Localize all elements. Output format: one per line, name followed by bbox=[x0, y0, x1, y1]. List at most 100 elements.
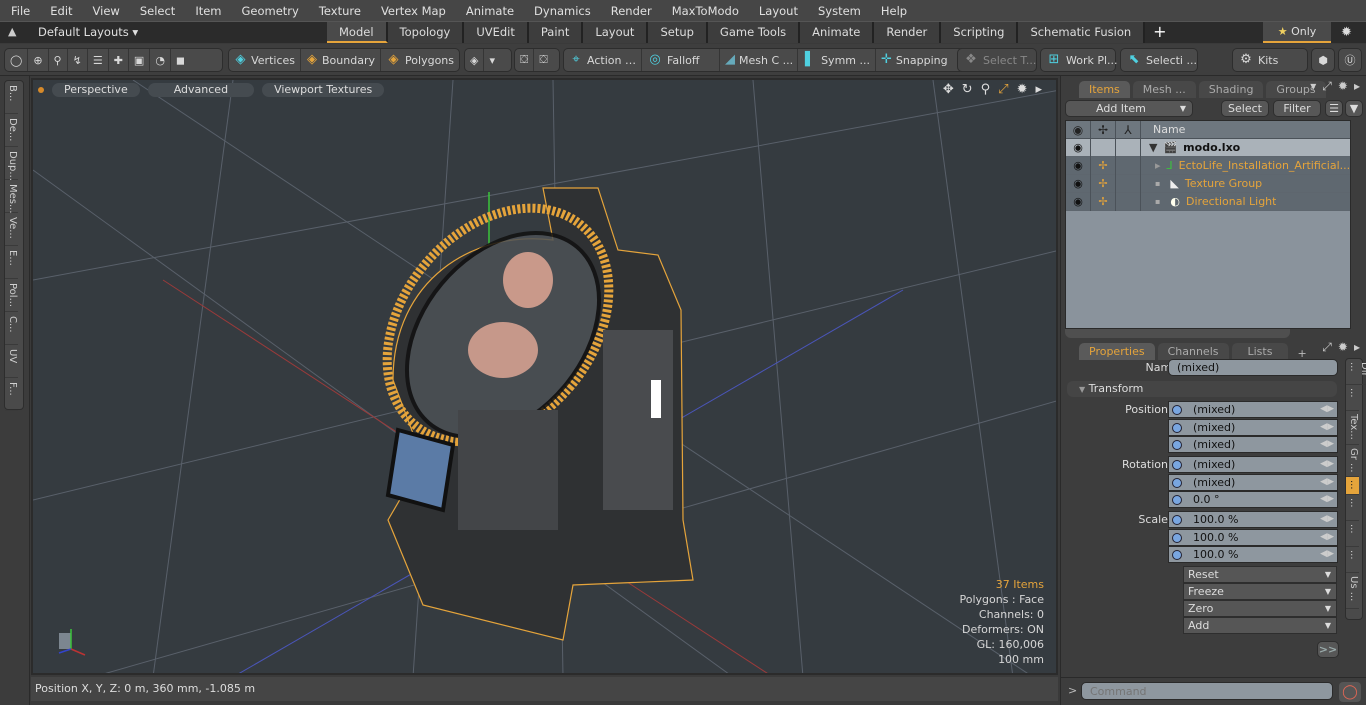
work-plane-button[interactable]: ⊞ Work Pl... bbox=[1041, 49, 1123, 71]
lock-icon[interactable]: ✢ bbox=[1091, 156, 1116, 175]
collapse-arrow-icon[interactable]: ▸ bbox=[1141, 159, 1161, 172]
left-tab-de[interactable]: De... bbox=[5, 114, 18, 147]
scale-x-field[interactable]: 100.0 % ◀▶ bbox=[1168, 511, 1338, 528]
polygons-button[interactable]: ◈ Polygons bbox=[381, 49, 459, 71]
cube-button[interactable]: ⬢ bbox=[1311, 48, 1335, 72]
eye-icon[interactable]: ◉ bbox=[1066, 192, 1091, 211]
select-through-button[interactable]: ❖ Select T... bbox=[958, 49, 1041, 71]
tab-topology[interactable]: Topology bbox=[387, 22, 465, 43]
transform-section[interactable]: ▼ Transform bbox=[1067, 381, 1337, 397]
filter-button[interactable]: Filter bbox=[1273, 100, 1321, 117]
eye-icon[interactable]: ◉ bbox=[1066, 156, 1091, 175]
dropdown-icon[interactable]: ▾ bbox=[484, 49, 500, 71]
tab-scripting[interactable]: Scripting bbox=[941, 22, 1019, 43]
list-item[interactable]: ◉ ✢ ▸ ⅃ EctoLife_Installation_Artificial… bbox=[1066, 156, 1350, 175]
vertices-button[interactable]: ◈ Vertices bbox=[229, 49, 301, 71]
perspective-dropdown[interactable]: Perspective bbox=[52, 83, 140, 97]
tabs-dropdown-icon[interactable]: ▾ bbox=[1310, 79, 1316, 94]
shading-dropdown[interactable]: Advanced bbox=[147, 83, 255, 97]
tab-items[interactable]: Items bbox=[1079, 81, 1130, 98]
tab-animate[interactable]: Animate bbox=[800, 22, 875, 43]
symmetry-button[interactable]: ▌ Symm ... bbox=[798, 49, 876, 71]
lock-icon[interactable]: ✢ bbox=[1091, 192, 1116, 211]
side-tab-tex[interactable]: Tex... bbox=[1346, 411, 1359, 445]
kits-button[interactable]: ⚙ Kits bbox=[1233, 49, 1283, 71]
slider-arrows-icon[interactable]: ◀▶ bbox=[1320, 402, 1334, 417]
menu-layout[interactable]: Layout bbox=[748, 4, 807, 18]
panel-gear-icon[interactable]: ✹ bbox=[1338, 340, 1348, 355]
tab-layout[interactable]: Layout bbox=[583, 22, 649, 43]
left-tab-b[interactable]: B... bbox=[5, 81, 18, 114]
record-icon[interactable]: ◯ bbox=[1339, 682, 1361, 702]
expand-right-icon[interactable]: ▸ bbox=[1035, 82, 1042, 97]
keyframe-icon[interactable] bbox=[1172, 478, 1182, 488]
add-button[interactable]: Add ▼ bbox=[1183, 617, 1337, 634]
menu-view[interactable]: View bbox=[82, 4, 129, 18]
action-button[interactable]: ⌖ Action … bbox=[564, 49, 642, 71]
unreal-button[interactable]: Ⓤ bbox=[1338, 48, 1362, 72]
menu-help[interactable]: Help bbox=[870, 4, 916, 18]
tab-channels[interactable]: Channels bbox=[1157, 343, 1229, 360]
add-tab-icon[interactable]: + bbox=[1145, 22, 1174, 43]
tab-render[interactable]: Render bbox=[874, 22, 942, 43]
menu-system[interactable]: System bbox=[807, 4, 870, 18]
zoom-icon[interactable]: ⚲ bbox=[981, 82, 991, 97]
position-y-field[interactable]: (mixed) ◀▶ bbox=[1168, 419, 1338, 436]
keyframe-icon[interactable] bbox=[1172, 460, 1182, 470]
funnel-icon[interactable]: ▼ bbox=[1345, 100, 1363, 117]
3d-viewport[interactable]: Perspective Advanced Viewport Textures ✥… bbox=[31, 78, 1058, 675]
eye-icon[interactable]: ◉ bbox=[1066, 174, 1091, 193]
slider-arrows-icon[interactable]: ◀▶ bbox=[1320, 475, 1334, 490]
panel-gear-icon[interactable]: ✹ bbox=[1338, 79, 1348, 94]
menu-dynamics[interactable]: Dynamics bbox=[523, 4, 600, 18]
keyframe-icon[interactable] bbox=[1172, 423, 1182, 433]
keyframe-icon[interactable] bbox=[1172, 495, 1182, 505]
side-tab[interactable]: ... bbox=[1346, 547, 1359, 573]
list-item[interactable]: ◉ ✢ ▪ ◐ Directional Light bbox=[1066, 192, 1350, 211]
add-item-button[interactable]: Add Item ▼ bbox=[1065, 100, 1193, 117]
keyframe-icon[interactable] bbox=[1172, 405, 1182, 415]
menu-item[interactable]: Item bbox=[184, 4, 230, 18]
cube-icon[interactable]: ◼ bbox=[171, 49, 190, 71]
tab-mesh[interactable]: Mesh ... bbox=[1132, 81, 1196, 98]
keyframe-icon[interactable] bbox=[1172, 533, 1182, 543]
visibility-column-icon[interactable]: ◉ bbox=[1066, 121, 1091, 138]
menu-edit[interactable]: Edit bbox=[39, 4, 81, 18]
menu-animate[interactable]: Animate bbox=[455, 4, 523, 18]
rotation-y-field[interactable]: (mixed) ◀▶ bbox=[1168, 474, 1338, 491]
tab-uvedit[interactable]: UVEdit bbox=[464, 22, 529, 43]
list-item[interactable]: ◉ ✢ ▪ ◣ Texture Group bbox=[1066, 174, 1350, 193]
maximize-icon[interactable]: ⤢ bbox=[998, 82, 1008, 97]
side-tab-dir[interactable]: Dir ... bbox=[1346, 359, 1366, 385]
side-tab[interactable]: ... bbox=[1346, 385, 1359, 411]
side-tab[interactable]: ... bbox=[1346, 521, 1359, 547]
slider-arrows-icon[interactable]: ◀▶ bbox=[1320, 530, 1334, 545]
menu-select[interactable]: Select bbox=[129, 4, 184, 18]
zero-button[interactable]: Zero ▼ bbox=[1183, 600, 1337, 617]
square-icon[interactable]: ▣ bbox=[129, 49, 151, 71]
expand-arrow-icon[interactable]: ▼ bbox=[1141, 141, 1157, 154]
slider-arrows-icon[interactable]: ◀▶ bbox=[1320, 420, 1334, 435]
name-field[interactable]: (mixed) bbox=[1168, 359, 1338, 376]
slider-arrows-icon[interactable]: ◀▶ bbox=[1320, 437, 1334, 452]
viewport-options-icon[interactable] bbox=[38, 87, 44, 93]
left-tab-c[interactable]: C... bbox=[5, 312, 18, 345]
left-tab-f[interactable]: F... bbox=[5, 378, 18, 411]
rotation-x-field[interactable]: (mixed) ◀▶ bbox=[1168, 456, 1338, 473]
keyframe-icon[interactable] bbox=[1172, 440, 1182, 450]
selection-sets-button[interactable]: ⬉ Selecti ... bbox=[1121, 49, 1202, 71]
position-z-field[interactable]: (mixed) ◀▶ bbox=[1168, 436, 1338, 453]
scale-y-field[interactable]: 100.0 % ◀▶ bbox=[1168, 529, 1338, 546]
keyframe-icon[interactable] bbox=[1172, 550, 1182, 560]
menu-vertex-map[interactable]: Vertex Map bbox=[370, 4, 455, 18]
left-tab-mes[interactable]: Mes... bbox=[5, 180, 18, 214]
left-tab-e[interactable]: E... bbox=[5, 246, 18, 279]
only-button[interactable]: ★ Only bbox=[1263, 22, 1331, 43]
slider-arrows-icon[interactable]: ◀▶ bbox=[1320, 492, 1334, 507]
side-tab-active[interactable]: ... bbox=[1346, 477, 1359, 495]
rotation-z-field[interactable]: 0.0 ° ◀▶ bbox=[1168, 491, 1338, 508]
mesh-constraint-button[interactable]: ◢ Mesh C ... bbox=[720, 49, 798, 71]
falloff-button[interactable]: ◎ Falloff bbox=[642, 49, 720, 71]
lock-icon[interactable]: ✢ bbox=[1091, 174, 1116, 193]
panel-arrow-icon[interactable]: ▸ bbox=[1354, 340, 1360, 355]
